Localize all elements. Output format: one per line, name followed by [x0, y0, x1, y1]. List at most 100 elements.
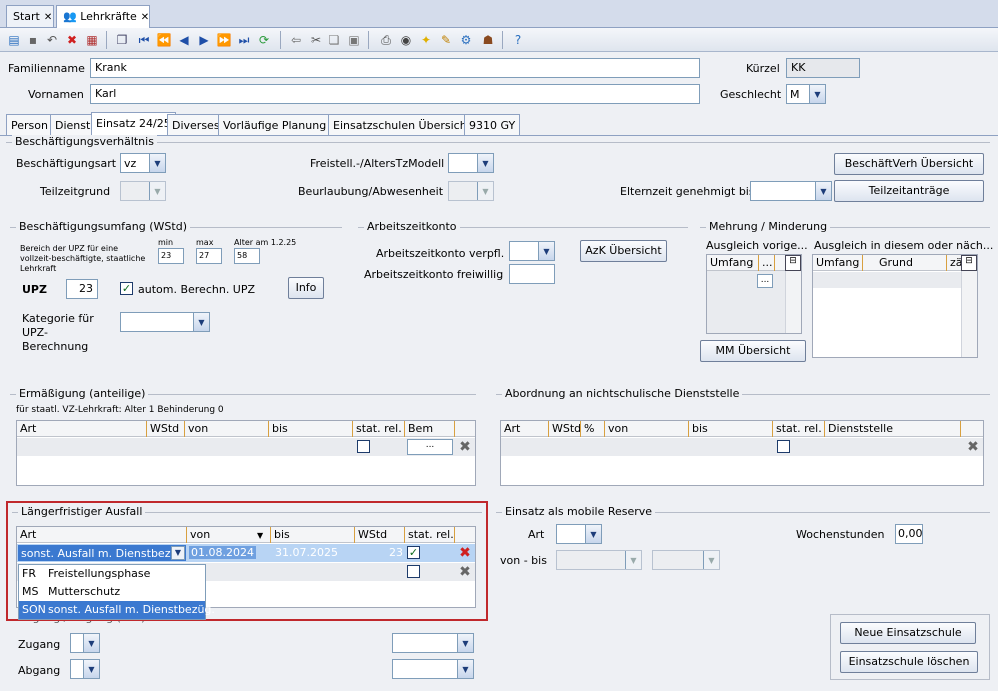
- tab-vorlaeufige-planung[interactable]: Vorläufige Planung: [218, 114, 332, 136]
- col-stat-rel[interactable]: stat. rel.: [353, 421, 405, 437]
- table-row[interactable]: ... ✖: [17, 438, 475, 456]
- col-more[interactable]: ...: [759, 255, 775, 271]
- col-wstd[interactable]: WStd: [147, 421, 185, 437]
- col-art[interactable]: Art: [17, 527, 187, 543]
- new-icon[interactable]: ▤: [6, 32, 22, 48]
- tab-9310-gy[interactable]: 9310 GY: [464, 114, 521, 136]
- first-icon[interactable]: ⏮: [136, 32, 152, 48]
- refresh-icon[interactable]: ⟳: [256, 32, 272, 48]
- chevron-down-icon[interactable]: ▼: [171, 546, 185, 560]
- hint-icon[interactable]: ✦: [418, 32, 434, 48]
- back-arrow-icon[interactable]: ⇦: [288, 32, 304, 48]
- delete-icon[interactable]: ✖: [64, 32, 80, 48]
- chevron-down-icon[interactable]: ▼: [83, 660, 99, 678]
- chevron-down-icon[interactable]: ▼: [538, 242, 554, 260]
- col-bis[interactable]: bis: [269, 421, 353, 437]
- table-row[interactable]: [813, 272, 977, 288]
- ellipsis-button[interactable]: ...: [757, 274, 773, 288]
- save-icon[interactable]: ▪: [25, 32, 41, 48]
- cut-icon[interactable]: ✂: [308, 32, 324, 48]
- tab-diverses[interactable]: Diverses: [167, 114, 225, 136]
- wstd-cell[interactable]: 23: [389, 546, 403, 559]
- wochenstunden-field[interactable]: 0,00: [895, 524, 923, 544]
- col-bis[interactable]: bis: [689, 421, 773, 437]
- col-bem[interactable]: Bem: [405, 421, 455, 437]
- stat-rel-checkbox[interactable]: [357, 440, 370, 453]
- dropdown-item-son[interactable]: SON sonst. Ausfall m. Dienstbezüg.: [19, 601, 215, 619]
- beschaeftverh-uebersicht-button[interactable]: BeschäftVerh Übersicht: [834, 153, 984, 175]
- mobile-von-select[interactable]: ▼: [556, 550, 642, 570]
- chevron-down-icon[interactable]: ▼: [457, 660, 473, 678]
- report-icon[interactable]: ▦: [84, 32, 100, 48]
- chevron-down-icon[interactable]: ▼: [585, 525, 601, 543]
- chevron-down-icon[interactable]: ▼: [149, 154, 165, 172]
- copy2-icon[interactable]: ❏: [326, 32, 342, 48]
- col-percent[interactable]: %: [581, 421, 605, 437]
- tab-start[interactable]: Start ✕: [6, 5, 54, 27]
- max-field[interactable]: 27: [196, 248, 222, 264]
- table-row[interactable]: ✖: [501, 438, 983, 456]
- table-row-selected[interactable]: sonst. Ausfall m. Dienstbezüg. ▼ 01.08.2…: [17, 544, 475, 562]
- close-icon[interactable]: ✕: [44, 12, 52, 23]
- mobile-bis-select[interactable]: ▼: [652, 550, 720, 570]
- col-dienststelle[interactable]: Dienststelle: [825, 421, 961, 437]
- undo-icon[interactable]: ↶: [44, 32, 60, 48]
- azk-freiw-field[interactable]: [509, 264, 555, 284]
- delete-row-icon[interactable]: ✖: [457, 439, 473, 455]
- azk-verpfl-select[interactable]: ▼: [509, 241, 555, 261]
- grid-menu-icon[interactable]: ⊟: [785, 255, 801, 271]
- tab-lehrkraefte[interactable]: 👥 Lehrkräfte ✕: [56, 5, 150, 28]
- col-bis[interactable]: bis: [271, 527, 355, 543]
- bis-cell[interactable]: 31.07.2025: [275, 546, 338, 559]
- stat-rel-checkbox[interactable]: ✓: [407, 546, 420, 559]
- tab-einsatz[interactable]: Einsatz 24/25: [91, 112, 176, 136]
- neue-einsatzschule-button[interactable]: Neue Einsatzschule: [840, 622, 976, 644]
- brush-icon[interactable]: ✎: [438, 32, 454, 48]
- help-icon[interactable]: ?: [510, 32, 526, 48]
- stat-rel-checkbox[interactable]: [777, 440, 790, 453]
- mobile-art-select[interactable]: ▼: [556, 524, 602, 544]
- delete-row-icon[interactable]: ✖: [457, 564, 473, 580]
- copy-icon[interactable]: ❐: [114, 32, 130, 48]
- next-page-icon[interactable]: ⏩: [216, 32, 232, 48]
- col-art[interactable]: Art: [17, 421, 147, 437]
- kuerzel-field[interactable]: KK: [786, 58, 860, 78]
- col-umfang[interactable]: Umfang: [707, 255, 759, 271]
- teilzeitgrund-select[interactable]: ▼: [120, 181, 166, 201]
- col-umfang[interactable]: Umfang: [813, 255, 863, 271]
- info-button[interactable]: Info: [288, 277, 324, 299]
- chevron-down-icon[interactable]: ▼: [193, 313, 209, 331]
- geschlecht-select[interactable]: M ▼: [786, 84, 826, 104]
- beschaeftigungsart-select[interactable]: vz ▼: [120, 153, 166, 173]
- dropdown-item-fr[interactable]: FR Freistellungsphase: [19, 565, 205, 583]
- zugang-select[interactable]: ▼: [70, 633, 100, 653]
- chevron-down-icon[interactable]: ▼: [457, 634, 473, 652]
- abgang-select[interactable]: ▼: [70, 659, 100, 679]
- prev-icon[interactable]: ◀: [176, 32, 192, 48]
- min-field[interactable]: 23: [158, 248, 184, 264]
- upz-field[interactable]: 23: [66, 279, 98, 299]
- last-icon[interactable]: ⏭: [236, 32, 252, 48]
- vertical-scrollbar[interactable]: [961, 271, 977, 357]
- art-combo-value[interactable]: sonst. Ausfall m. Dienstbezüg.: [18, 545, 186, 561]
- mm-uebersicht-button[interactable]: MM Übersicht: [700, 340, 806, 362]
- tab-einsatzschulen-uebersicht[interactable]: Einsatzschulen Übersicht: [328, 114, 476, 136]
- col-wstd[interactable]: WStd: [355, 527, 405, 543]
- bem-ellipsis-button[interactable]: ...: [407, 439, 453, 455]
- stat-rel-checkbox[interactable]: [407, 565, 420, 578]
- contact-icon[interactable]: ☗: [480, 32, 496, 48]
- col-stat-rel[interactable]: stat. rel.: [773, 421, 825, 437]
- teilzeitantraege-button[interactable]: Teilzeitanträge: [834, 180, 984, 202]
- chevron-down-icon[interactable]: ▼: [477, 154, 493, 172]
- beurlaubung-select[interactable]: ▼: [448, 181, 494, 201]
- preview-icon[interactable]: ◉: [398, 32, 414, 48]
- prev-page-icon[interactable]: ⏪: [156, 32, 172, 48]
- chevron-down-icon[interactable]: ▼: [815, 182, 831, 200]
- delete-row-icon[interactable]: ✖: [965, 439, 981, 455]
- col-art[interactable]: Art: [501, 421, 549, 437]
- kategorie-select[interactable]: ▼: [120, 312, 210, 332]
- col-von[interactable]: von: [185, 421, 269, 437]
- col-zae[interactable]: zä: [947, 255, 961, 271]
- col-wstd[interactable]: WStd: [549, 421, 581, 437]
- autom-berechn-checkbox[interactable]: ✓: [120, 282, 133, 295]
